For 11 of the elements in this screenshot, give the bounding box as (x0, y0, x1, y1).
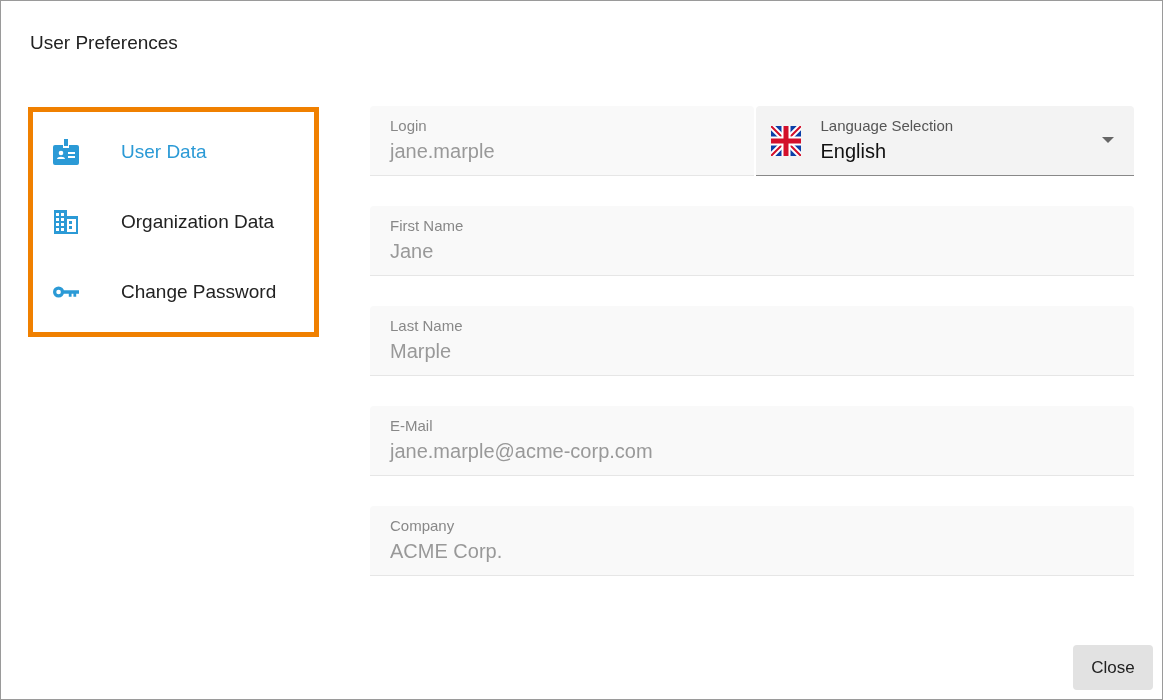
key-icon (53, 285, 79, 299)
nav-item[interactable]: Organization Data (33, 187, 314, 257)
caret-icon (1102, 137, 1114, 143)
nav-item[interactable]: User Data (33, 117, 314, 187)
language-select[interactable]: Language Selection English (755, 106, 1134, 176)
building-icon (53, 209, 79, 235)
nav-item[interactable]: Change Password (33, 257, 314, 327)
dialog-title: User Preferences (29, 31, 179, 55)
flag-icon (770, 126, 801, 156)
close-button[interactable]: Close (1073, 645, 1153, 690)
id-badge-icon (53, 139, 79, 165)
